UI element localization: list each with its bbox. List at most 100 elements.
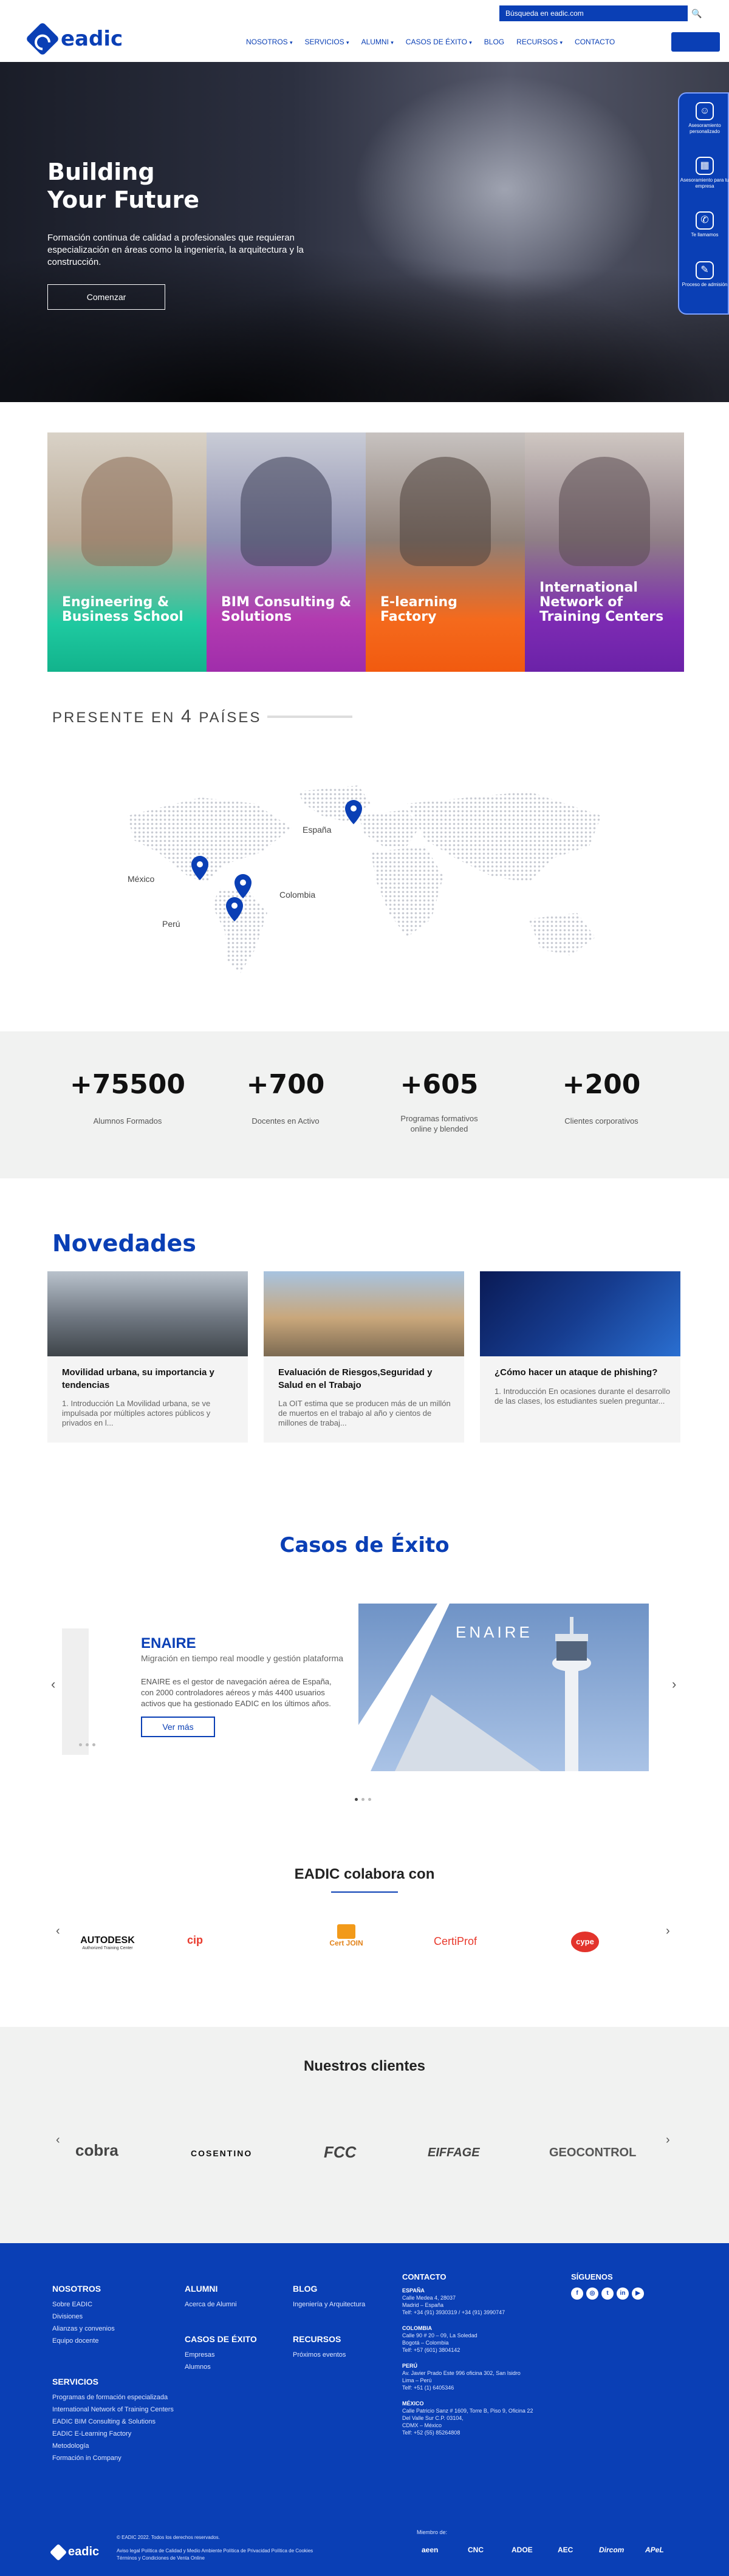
footer-link[interactable]: Divisiones (52, 2311, 115, 2323)
footer-link[interactable]: Alianzas y convenios (52, 2323, 115, 2335)
chevron-right-icon[interactable]: › (666, 2133, 670, 2147)
collaborator-logo-certiprof[interactable]: CertiProf (434, 1935, 477, 1948)
footer-link[interactable]: Sobre EADIC (52, 2298, 115, 2311)
footer-link[interactable]: Acerca de Alumni (185, 2298, 237, 2311)
nav-label: SERVICIOS (304, 38, 344, 46)
hero-banner: Building Your Future Formación continua d… (0, 62, 729, 402)
service-card-bim[interactable]: BIM Consulting & Solutions (207, 432, 366, 672)
site-header: eadic Búsqueda en eadic.com 🔍 NOSOTROS ▾… (0, 0, 729, 62)
office-line: Madrid – España (402, 2302, 444, 2308)
news-title: ¿Cómo hacer un ataque de phishing? (495, 1367, 658, 1378)
office-country: ESPAÑA (402, 2287, 425, 2294)
nav-item-blog[interactable]: BLOG (484, 38, 504, 46)
world-map (128, 785, 601, 974)
collaborator-logo-cype[interactable]: cype (571, 1932, 599, 1952)
service-card-engineering[interactable]: Engineering & Business School (47, 432, 207, 672)
legal-links[interactable]: Aviso legal Política de Calidad y Medio … (117, 2547, 372, 2555)
side-item-asesoramiento[interactable]: ☺ Asesoramiento personalizado (679, 102, 729, 135)
client-logo-geocontrol[interactable]: GEOCONTROL (549, 2146, 636, 2160)
chevron-left-icon[interactable]: ‹ (51, 1676, 55, 1692)
chevron-left-icon[interactable]: ‹ (56, 1924, 60, 1938)
eadic-logo[interactable]: eadic (25, 21, 123, 56)
footer-contact: CONTACTO ESPAÑA Calle Medea 4, 28037 Mad… (402, 2272, 566, 2436)
side-item-te-llamamos[interactable]: ✆ Te llamamos (679, 211, 729, 238)
footer-col-nosotros: NOSOTROS Sobre EADIC Divisiones Alianzas… (52, 2284, 115, 2347)
facebook-icon[interactable]: f (571, 2287, 583, 2300)
chevron-right-icon[interactable]: › (666, 1924, 670, 1938)
client-logo-fcc[interactable]: FCC (324, 2143, 356, 2162)
office-line: Calle Medea 4, 28037 (402, 2295, 456, 2301)
case-carousel-dots[interactable] (355, 1798, 371, 1801)
footer-col-blog: BLOG Ingeniería y Arquitectura (293, 2284, 365, 2311)
footer-link[interactable]: Formación in Company (52, 2452, 174, 2464)
news-card[interactable]: Evaluación de Riesgos,Seguridad y Salud … (264, 1271, 464, 1443)
footer-link[interactable]: Próximos eventos (293, 2349, 346, 2361)
youtube-icon[interactable]: ▶ (632, 2287, 644, 2300)
service-card-elearning[interactable]: E-learning Factory (366, 432, 525, 672)
client-logo-cosentino[interactable]: COSENTINO (191, 2148, 252, 2158)
building-icon: ▦ (696, 157, 714, 175)
footer-heading: NOSOTROS (52, 2284, 101, 2294)
news-card[interactable]: Movilidad urbana, su importancia y tende… (47, 1271, 248, 1443)
service-title: International Network of Training Center… (539, 580, 664, 624)
news-image (480, 1271, 680, 1356)
client-logo-eiffage[interactable]: EIFFAGE (428, 2146, 480, 2160)
chevron-down-icon: ▾ (469, 39, 472, 46)
news-section-title: Novedades (52, 1230, 196, 1257)
country-label-mexico: México (128, 874, 155, 884)
side-item-empresa[interactable]: ▦ Asesoramiento para tu empresa (679, 157, 729, 190)
linkedin-icon[interactable]: in (617, 2287, 629, 2300)
office-line: Calle Patricio Sanz # 1609, Torre B, Pis… (402, 2408, 533, 2414)
footer-link[interactable]: Empresas (185, 2349, 257, 2361)
footer-link[interactable]: Programas de formación especializada (52, 2391, 174, 2403)
collaborator-logo-autodesk[interactable]: AUTODESK Authorized Training Center (68, 1935, 147, 1950)
chevron-right-icon[interactable]: › (672, 1676, 676, 1692)
terms-link[interactable]: Términos y Condiciones de Venta Online (117, 2555, 372, 2562)
ver-mas-button[interactable]: Ver más (141, 1717, 215, 1737)
comenzar-button[interactable]: Comenzar (47, 284, 165, 310)
nav-item-contacto[interactable]: CONTACTO (575, 38, 615, 46)
side-item-label: Proceso de admisión (682, 282, 728, 287)
footer-logo[interactable]: eadic (49, 2543, 99, 2561)
service-card-network[interactable]: International Network of Training Center… (525, 432, 684, 672)
instagram-icon[interactable]: ◎ (586, 2287, 598, 2300)
footer-link[interactable]: International Network of Training Center… (52, 2403, 174, 2416)
nav-item-casos-de-exito[interactable]: CASOS DE ÉXITO ▾ (406, 38, 472, 46)
stat-value: +605 (400, 1069, 479, 1100)
footer-link[interactable]: Alumnos (185, 2361, 257, 2373)
collaborator-logo-cip[interactable]: cip (187, 1934, 203, 1947)
stat-alumnos: +75500 Alumnos Formados (55, 1069, 200, 1126)
office-country: MÉXICO (402, 2400, 424, 2407)
footer-link[interactable]: EADIC E-Learning Factory (52, 2428, 174, 2440)
client-logo-cobra[interactable]: cobra (75, 2141, 118, 2160)
footer-link[interactable]: Ingeniería y Arquitectura (293, 2298, 365, 2311)
collaborator-logo-certjoin[interactable]: Cert JOIN (322, 1924, 371, 1947)
footer-link[interactable]: Metodología (52, 2440, 174, 2452)
nav-item-recursos[interactable]: RECURSOS ▾ (516, 38, 563, 46)
certjoin-icon (337, 1924, 355, 1939)
footer-link[interactable]: EADIC BIM Consulting & Solutions (52, 2416, 174, 2428)
nav-item-servicios[interactable]: SERVICIOS ▾ (305, 38, 349, 46)
chevron-left-icon[interactable]: ‹ (56, 2133, 60, 2147)
side-item-admision[interactable]: ✎ Proceso de admisión (679, 261, 729, 288)
footer-link[interactable]: Equipo docente (52, 2335, 115, 2347)
search-icon[interactable]: 🔍 (689, 5, 705, 21)
footer-heading: BLOG (293, 2284, 318, 2294)
case-image-text: ENAIRE (456, 1623, 533, 1641)
nav-item-alumni[interactable]: ALUMNI ▾ (361, 38, 394, 46)
twitter-icon[interactable]: t (601, 2287, 614, 2300)
case-image: ENAIRE (358, 1604, 649, 1771)
service-title: E-learning Factory (380, 595, 457, 624)
member-logo-apel: APeL (645, 2546, 664, 2554)
eadic-logo-icon (49, 2543, 67, 2561)
nav-item-nosotros[interactable]: NOSOTROS ▾ (246, 38, 293, 46)
header-cta-button[interactable] (671, 32, 720, 52)
footer-col-alumni: ALUMNI Acerca de Alumni (185, 2284, 237, 2311)
news-card[interactable]: ¿Cómo hacer un ataque de phishing? 1. In… (480, 1271, 680, 1443)
office-country: COLOMBIA (402, 2325, 432, 2331)
search-input[interactable]: Búsqueda en eadic.com (499, 5, 688, 21)
stat-label: Programas formativos online y blended (400, 1114, 478, 1133)
footer-social: SÍGUENOS f ◎ t in ▶ (571, 2272, 647, 2300)
presence-title-post: PAÍSES (199, 709, 262, 726)
footer-heading: RECURSOS (293, 2334, 341, 2344)
